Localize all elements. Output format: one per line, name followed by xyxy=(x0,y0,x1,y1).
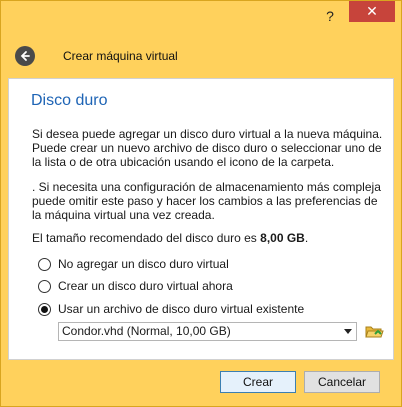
close-button[interactable]: ✕ xyxy=(349,1,395,22)
disk-file-select[interactable]: Condor.vhd (Normal, 10,00 GB) xyxy=(58,322,357,341)
content-panel: Disco duro Si desea puede agregar un dis… xyxy=(8,78,394,360)
radio-no-disk[interactable]: No agregar un disco duro virtual xyxy=(38,256,229,272)
back-button[interactable] xyxy=(15,46,35,66)
help-button[interactable]: ? xyxy=(321,7,339,25)
page-title: Disco duro xyxy=(31,92,108,109)
arrow-left-icon xyxy=(20,51,30,61)
wizard-window: ? ✕ Crear máquina virtual Disco duro Si … xyxy=(0,0,402,407)
radio-button-selected[interactable] xyxy=(38,302,51,316)
wizard-title: Crear máquina virtual xyxy=(63,49,178,63)
recommended-size-text: El tamaño recomendado del disco duro es … xyxy=(32,231,387,245)
title-bar: ? ✕ xyxy=(1,1,401,31)
disk-file-value: Condor.vhd (Normal, 10,00 GB) xyxy=(62,324,231,338)
folder-icon xyxy=(365,326,384,338)
radio-existing-disk[interactable]: Usar un archivo de disco duro virtual ex… xyxy=(38,301,304,317)
create-button[interactable]: Crear xyxy=(220,371,296,393)
button-bar: Crear Cancelar xyxy=(1,360,401,406)
radio-label: Crear un disco duro virtual ahora xyxy=(58,279,233,293)
radio-button[interactable] xyxy=(38,257,51,271)
radio-dot xyxy=(41,305,48,313)
cancel-button[interactable]: Cancelar xyxy=(304,371,380,393)
chevron-down-icon[interactable] xyxy=(344,329,352,334)
radio-button[interactable] xyxy=(38,279,51,293)
wizard-header: Crear máquina virtual xyxy=(1,31,401,78)
description-paragraph: Si desea puede agregar un disco duro vir… xyxy=(32,127,383,169)
radio-label: No agregar un disco duro virtual xyxy=(58,257,229,271)
recommended-suffix: . xyxy=(304,231,309,245)
recommended-prefix: El tamaño recomendado del disco duro es xyxy=(32,231,261,245)
recommended-size-value: 8,00 GB xyxy=(260,231,305,245)
choose-disk-file-button[interactable] xyxy=(364,322,384,341)
advanced-note-paragraph: . Si necesita una configuración de almac… xyxy=(32,180,381,222)
radio-create-disk[interactable]: Crear un disco duro virtual ahora xyxy=(38,278,233,294)
radio-label: Usar un archivo de disco duro virtual ex… xyxy=(58,302,305,316)
